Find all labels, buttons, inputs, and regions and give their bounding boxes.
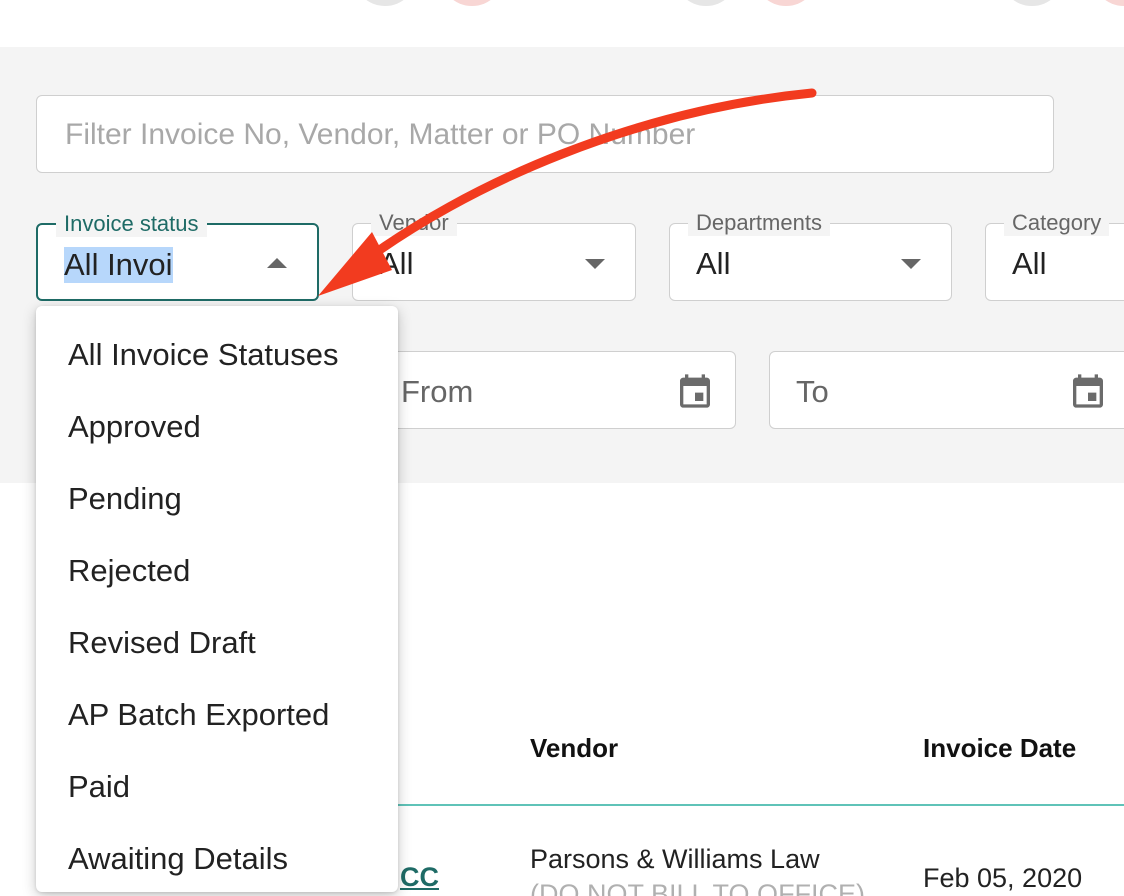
from-date-placeholder: From	[401, 374, 474, 409]
caret-up-icon[interactable]	[267, 258, 287, 268]
vendor-value: All	[379, 246, 414, 281]
toolbar-button[interactable]	[440, 0, 504, 6]
search-field	[36, 95, 1054, 173]
departments-value: All	[696, 246, 731, 281]
column-header-vendor[interactable]: Vendor	[530, 733, 618, 764]
table-header-divider	[398, 804, 1124, 806]
column-header-invoice-date[interactable]: Invoice Date	[923, 733, 1076, 764]
vendor-cell-note: (DO NOT BILL TO OFFICE)	[530, 879, 866, 896]
toolbar-button[interactable]	[1092, 0, 1124, 6]
departments-select[interactable]: Departments All	[669, 210, 952, 301]
departments-label: Departments	[688, 210, 830, 236]
category-label: Category	[1004, 210, 1110, 236]
invoice-status-menu: All Invoice Statuses Approved Pending Re…	[36, 306, 398, 892]
calendar-icon[interactable]	[675, 370, 715, 412]
menu-item-approved[interactable]: Approved	[36, 391, 398, 463]
calendar-icon[interactable]	[1068, 370, 1108, 412]
menu-item-all-invoice-statuses[interactable]: All Invoice Statuses	[36, 319, 398, 391]
menu-item-ap-batch-exported[interactable]: AP Batch Exported	[36, 679, 398, 751]
menu-item-awaiting-details[interactable]: Awaiting Details	[36, 823, 398, 892]
top-toolbar	[0, 0, 1124, 47]
from-date-field[interactable]: From	[340, 351, 736, 429]
caret-down-icon[interactable]	[585, 259, 605, 269]
toolbar-button[interactable]	[1000, 0, 1064, 6]
vendor-label: Vendor	[371, 210, 457, 236]
search-input[interactable]	[63, 114, 1027, 156]
invoice-link[interactable]: CC	[400, 862, 439, 893]
category-select[interactable]: Category All	[985, 210, 1124, 301]
to-date-field[interactable]: To	[769, 351, 1124, 429]
invoice-status-select[interactable]: Invoice status All Invoi	[36, 211, 319, 301]
caret-down-icon[interactable]	[901, 259, 921, 269]
invoice-status-label: Invoice status	[56, 211, 207, 237]
invoice-status-value[interactable]: All Invoi	[64, 247, 173, 283]
category-value: All	[1012, 246, 1047, 281]
invoices-page: Invoice status All Invoi Vendor All Depa…	[0, 0, 1124, 896]
toolbar-button[interactable]	[754, 0, 818, 6]
toolbar-button[interactable]	[353, 0, 417, 6]
vendor-cell: Parsons & Williams Law	[530, 844, 820, 874]
toolbar-button[interactable]	[674, 0, 738, 6]
menu-item-paid[interactable]: Paid	[36, 751, 398, 823]
vendor-select[interactable]: Vendor All	[352, 210, 636, 301]
invoice-date-cell: Feb 05, 2020	[923, 863, 1083, 893]
menu-item-pending[interactable]: Pending	[36, 463, 398, 535]
to-date-placeholder: To	[796, 374, 829, 409]
menu-item-rejected[interactable]: Rejected	[36, 535, 398, 607]
menu-item-revised-draft[interactable]: Revised Draft	[36, 607, 398, 679]
